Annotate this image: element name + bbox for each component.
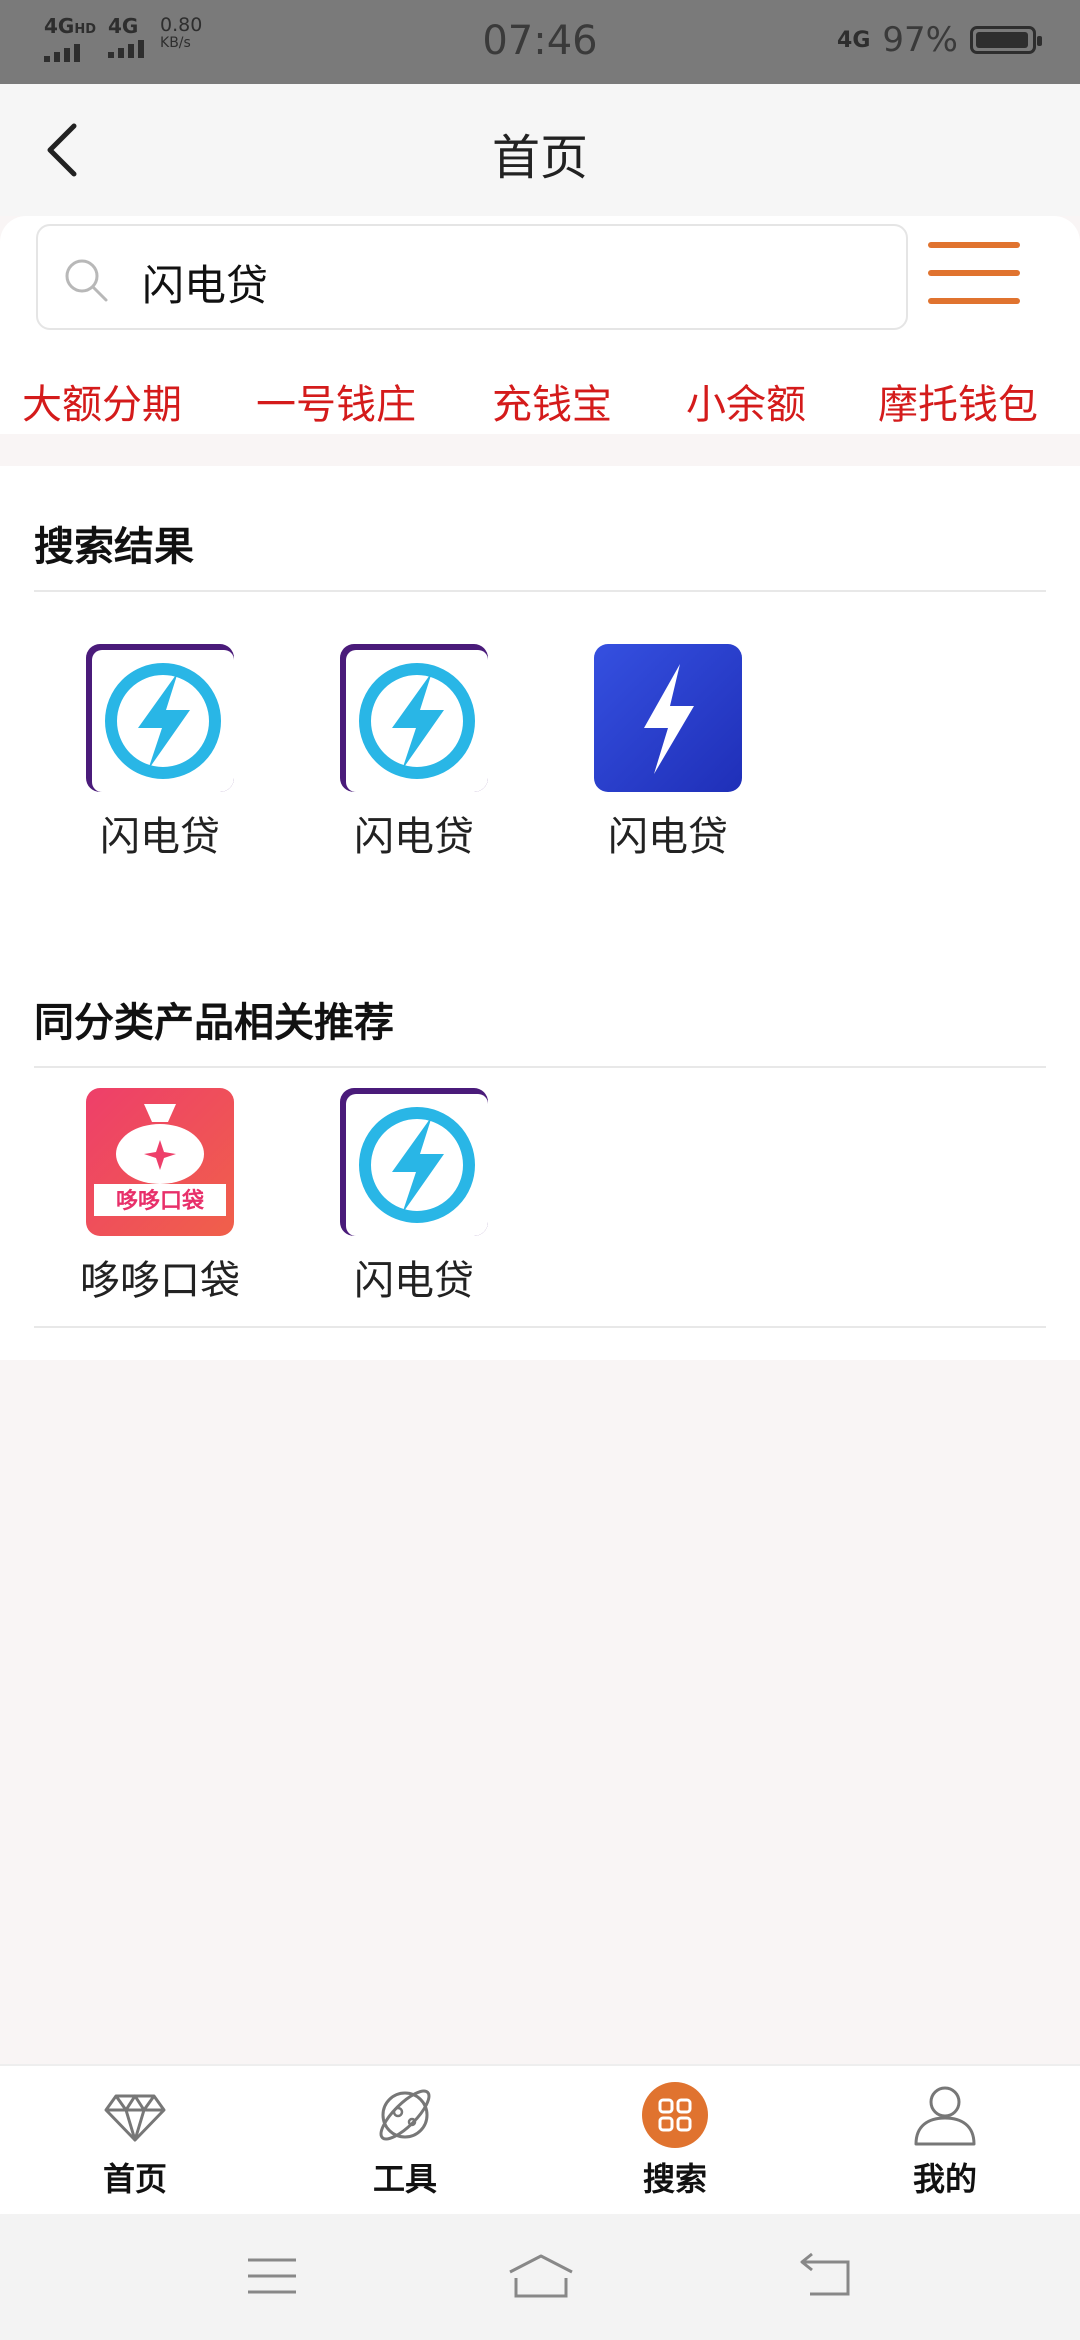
menu-icon[interactable] xyxy=(928,236,1024,312)
divider xyxy=(34,1326,1046,1328)
diamond-icon xyxy=(104,2094,166,2142)
tag-item[interactable]: 大额分期 xyxy=(22,372,182,430)
system-nav-bar xyxy=(0,2214,1080,2340)
header: 首页 xyxy=(0,84,1080,216)
user-icon xyxy=(914,2086,976,2146)
app-label: 哆哆口袋 xyxy=(80,1258,240,1304)
battery-percent: 97% xyxy=(882,20,958,60)
search-input[interactable]: 闪电贷 xyxy=(36,224,908,330)
tab-label: 工具 xyxy=(372,2160,437,2198)
results-title: 搜索结果 xyxy=(34,524,194,570)
status-bar: 4GHD 4G 0.80 KB/s 07:46 4G 97% xyxy=(0,0,1080,84)
app-label: 闪电贷 xyxy=(100,814,220,860)
battery-icon xyxy=(970,26,1042,54)
back-nav-icon[interactable] xyxy=(796,2252,856,2302)
home-nav-icon[interactable] xyxy=(506,2252,576,2302)
result-app[interactable]: 闪电贷 xyxy=(578,644,758,862)
tab-label: 首页 xyxy=(102,2160,167,2198)
lightning-blue-square-icon xyxy=(594,644,742,792)
tab-home[interactable]: 首页 xyxy=(55,2080,215,2200)
menu-nav-icon[interactable] xyxy=(244,2252,300,2302)
recommend-app[interactable]: 哆哆口袋 哆哆口袋 xyxy=(70,1088,250,1306)
divider xyxy=(34,590,1046,592)
tab-mine[interactable]: 我的 xyxy=(865,2080,1025,2200)
bottom-tab-bar: 首页 工具 搜索 我的 xyxy=(0,2064,1080,2214)
lightning-purple-circle-icon xyxy=(86,644,234,792)
tag-item[interactable]: 充钱宝 xyxy=(492,372,612,430)
tab-label: 我的 xyxy=(912,2160,977,2198)
result-app[interactable]: 闪电贷 xyxy=(70,644,250,862)
search-bar: 闪电贷 xyxy=(0,216,1080,364)
recommend-title: 同分类产品相关推荐 xyxy=(34,1000,394,1046)
network-type: 4G xyxy=(837,27,871,53)
tag-item[interactable]: 摩托钱包 xyxy=(878,372,1038,430)
search-icon xyxy=(65,259,108,302)
search-query: 闪电贷 xyxy=(142,261,269,310)
tag-item[interactable]: 小余额 xyxy=(686,372,806,430)
tab-tools[interactable]: 工具 xyxy=(325,2080,485,2200)
result-app[interactable]: 闪电贷 xyxy=(324,644,504,862)
money-bag-icon: 哆哆口袋 xyxy=(86,1088,234,1236)
app-label: 闪电贷 xyxy=(608,814,728,860)
hot-tags: 大额分期 一号钱庄 充钱宝 小余额 摩托钱包 xyxy=(0,364,1080,434)
tab-search[interactable]: 搜索 xyxy=(595,2080,755,2200)
bag-icon-text: 哆哆口袋 xyxy=(116,1188,205,1214)
planet-icon xyxy=(379,2089,431,2141)
content-panel: 搜索结果 闪电贷 闪电贷 闪电贷 同分类产品相关推荐 哆哆口袋 哆哆口袋 闪电贷 xyxy=(0,466,1080,1360)
app-label: 闪电贷 xyxy=(354,814,474,860)
lightning-purple-circle-icon xyxy=(340,644,488,792)
grid-circle-icon xyxy=(642,2082,708,2148)
status-right: 4G 97% xyxy=(837,20,1042,60)
divider xyxy=(34,1066,1046,1068)
tab-label: 搜索 xyxy=(642,2160,707,2198)
recommend-app[interactable]: 闪电贷 xyxy=(324,1088,504,1306)
page-title: 首页 xyxy=(491,130,588,186)
tag-item[interactable]: 一号钱庄 xyxy=(256,372,416,430)
app-label: 闪电贷 xyxy=(354,1258,474,1304)
lightning-purple-circle-icon xyxy=(340,1088,488,1236)
